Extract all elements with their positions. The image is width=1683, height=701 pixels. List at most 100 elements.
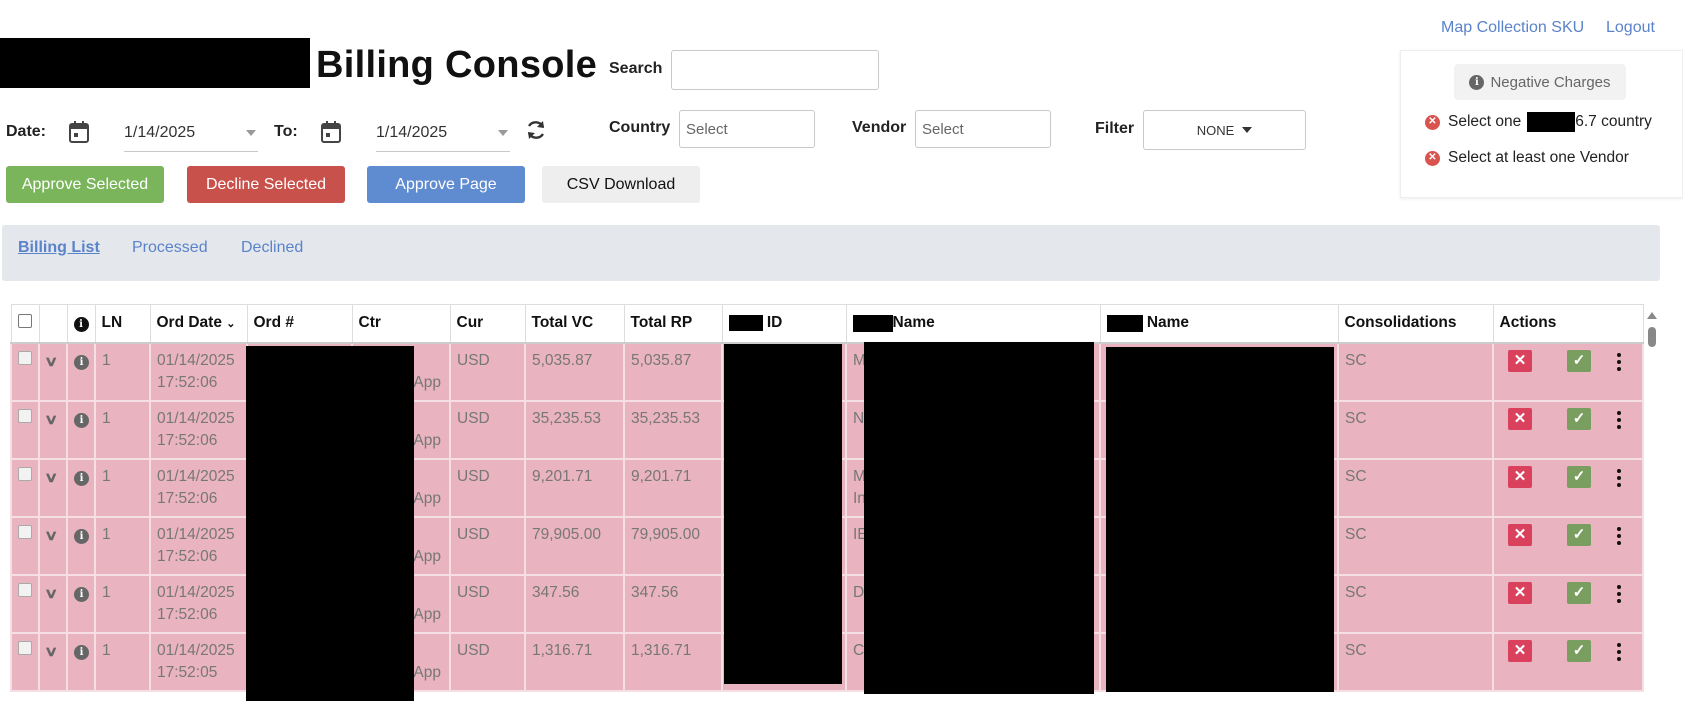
- cell-total-vc: 5,035.87: [524, 341, 625, 402]
- select-all-cell[interactable]: [10, 304, 40, 344]
- info-icon[interactable]: i: [74, 471, 89, 486]
- kebab-menu-icon[interactable]: [1617, 468, 1621, 487]
- row-info-cell[interactable]: i: [66, 515, 96, 576]
- row-select-cell[interactable]: [10, 399, 40, 460]
- decline-row-button[interactable]: ✕: [1508, 581, 1532, 604]
- chevron-down-icon[interactable]: ∨: [44, 466, 58, 488]
- row-checkbox[interactable]: [18, 524, 32, 539]
- decline-row-button[interactable]: ✕: [1508, 639, 1532, 662]
- chevron-down-icon[interactable]: ∨: [44, 350, 58, 372]
- row-expand-cell[interactable]: ∨: [38, 631, 68, 692]
- row-info-cell[interactable]: i: [66, 399, 96, 460]
- header-total-vc[interactable]: Total VC: [524, 304, 625, 344]
- decline-row-button[interactable]: ✕: [1508, 407, 1532, 430]
- header-cur[interactable]: Cur: [449, 304, 526, 344]
- tab-declined[interactable]: Declined: [241, 239, 303, 257]
- negative-charges-button[interactable]: i Negative Charges: [1454, 64, 1626, 100]
- filter-dropdown[interactable]: NONE: [1143, 110, 1306, 150]
- row-checkbox[interactable]: [18, 466, 32, 481]
- approve-row-button[interactable]: ✓: [1567, 639, 1591, 662]
- cell-total-rp: 9,201.71: [623, 457, 723, 518]
- approve-row-button[interactable]: ✓: [1567, 349, 1591, 372]
- row-expand-cell[interactable]: ∨: [38, 515, 68, 576]
- approve-row-button[interactable]: ✓: [1567, 407, 1591, 430]
- tab-billing-list[interactable]: Billing List: [18, 239, 100, 257]
- row-info-cell[interactable]: i: [66, 631, 96, 692]
- cell-date: 01/14/2025: [157, 467, 235, 485]
- decline-selected-button[interactable]: Decline Selected: [187, 166, 345, 203]
- approve-page-button[interactable]: Approve Page: [367, 166, 525, 203]
- header-name-1[interactable]: Name: [845, 304, 1101, 344]
- scrollbar-thumb[interactable]: [1648, 327, 1656, 347]
- kebab-menu-icon[interactable]: [1617, 352, 1621, 371]
- info-icon[interactable]: i: [74, 645, 89, 660]
- logout-link[interactable]: Logout: [1606, 19, 1655, 37]
- chevron-down-icon[interactable]: ∨: [44, 582, 58, 604]
- redacted-text: [852, 314, 893, 332]
- vendor-select[interactable]: Select: [915, 110, 1051, 148]
- decline-row-button[interactable]: ✕: [1508, 349, 1532, 372]
- row-info-cell[interactable]: i: [66, 341, 96, 402]
- cell-ln: 1: [94, 457, 151, 518]
- header-id-label: ID: [766, 314, 783, 332]
- row-select-cell[interactable]: [10, 457, 40, 518]
- date-to-field[interactable]: 1/14/2025: [376, 114, 510, 152]
- row-select-cell[interactable]: [10, 573, 40, 634]
- row-checkbox[interactable]: [18, 640, 32, 655]
- csv-download-button[interactable]: CSV Download: [542, 166, 700, 203]
- header-ln[interactable]: LN: [94, 304, 151, 344]
- approve-row-button[interactable]: ✓: [1567, 581, 1591, 604]
- info-icon[interactable]: i: [74, 413, 89, 428]
- calendar-icon[interactable]: [68, 120, 90, 144]
- cell-total-vc: 79,905.00: [524, 515, 625, 576]
- decline-row-button[interactable]: ✕: [1508, 523, 1532, 546]
- header-total-rp[interactable]: Total RP: [623, 304, 723, 344]
- tab-processed[interactable]: Processed: [132, 239, 208, 257]
- ord-num-column-redacted: [246, 346, 414, 701]
- table-scrollbar[interactable]: [1644, 304, 1660, 701]
- chevron-down-icon[interactable]: ∨: [44, 524, 58, 546]
- header-ord-num[interactable]: Ord #: [246, 304, 353, 344]
- row-expand-cell[interactable]: ∨: [38, 457, 68, 518]
- search-input[interactable]: [671, 50, 879, 90]
- country-select[interactable]: Select: [679, 110, 815, 148]
- row-info-cell[interactable]: i: [66, 457, 96, 518]
- header-id[interactable]: ID: [721, 304, 847, 344]
- row-select-cell[interactable]: [10, 515, 40, 576]
- row-select-cell[interactable]: [10, 341, 40, 402]
- row-checkbox[interactable]: [18, 350, 32, 365]
- row-checkbox[interactable]: [18, 408, 32, 423]
- header-ctr[interactable]: Ctr: [351, 304, 451, 344]
- row-expand-cell[interactable]: ∨: [38, 573, 68, 634]
- header-name-2[interactable]: Name: [1099, 304, 1339, 344]
- date-from-field[interactable]: 1/14/2025: [124, 114, 258, 152]
- info-icon[interactable]: i: [74, 355, 89, 370]
- cell-ln: 1: [94, 341, 151, 402]
- approve-row-button[interactable]: ✓: [1567, 523, 1591, 546]
- map-collection-sku-link[interactable]: Map Collection SKU: [1441, 19, 1584, 37]
- chevron-down-icon[interactable]: ∨: [44, 408, 58, 430]
- calendar-icon[interactable]: [320, 120, 342, 144]
- info-icon[interactable]: i: [74, 529, 89, 544]
- scroll-up-icon[interactable]: [1647, 312, 1657, 319]
- chevron-down-icon[interactable]: ∨: [44, 640, 58, 662]
- decline-row-button[interactable]: ✕: [1508, 465, 1532, 488]
- row-expand-cell[interactable]: ∨: [38, 341, 68, 402]
- row-select-cell[interactable]: [10, 631, 40, 692]
- to-label: To:: [274, 123, 298, 140]
- header-consolidations[interactable]: Consolidations: [1337, 304, 1494, 344]
- info-icon[interactable]: i: [74, 587, 89, 602]
- row-checkbox[interactable]: [18, 582, 32, 597]
- header-ord-date[interactable]: Ord Date ⌄: [149, 304, 248, 344]
- refresh-icon[interactable]: [525, 119, 547, 141]
- kebab-menu-icon[interactable]: [1617, 526, 1621, 545]
- approve-selected-button[interactable]: Approve Selected: [6, 166, 164, 203]
- kebab-menu-icon[interactable]: [1617, 642, 1621, 661]
- cell-consolidations: SC: [1337, 341, 1494, 402]
- approve-row-button[interactable]: ✓: [1567, 465, 1591, 488]
- row-info-cell[interactable]: i: [66, 573, 96, 634]
- select-all-checkbox[interactable]: [17, 313, 32, 328]
- kebab-menu-icon[interactable]: [1617, 584, 1621, 603]
- kebab-menu-icon[interactable]: [1617, 410, 1621, 429]
- row-expand-cell[interactable]: ∨: [38, 399, 68, 460]
